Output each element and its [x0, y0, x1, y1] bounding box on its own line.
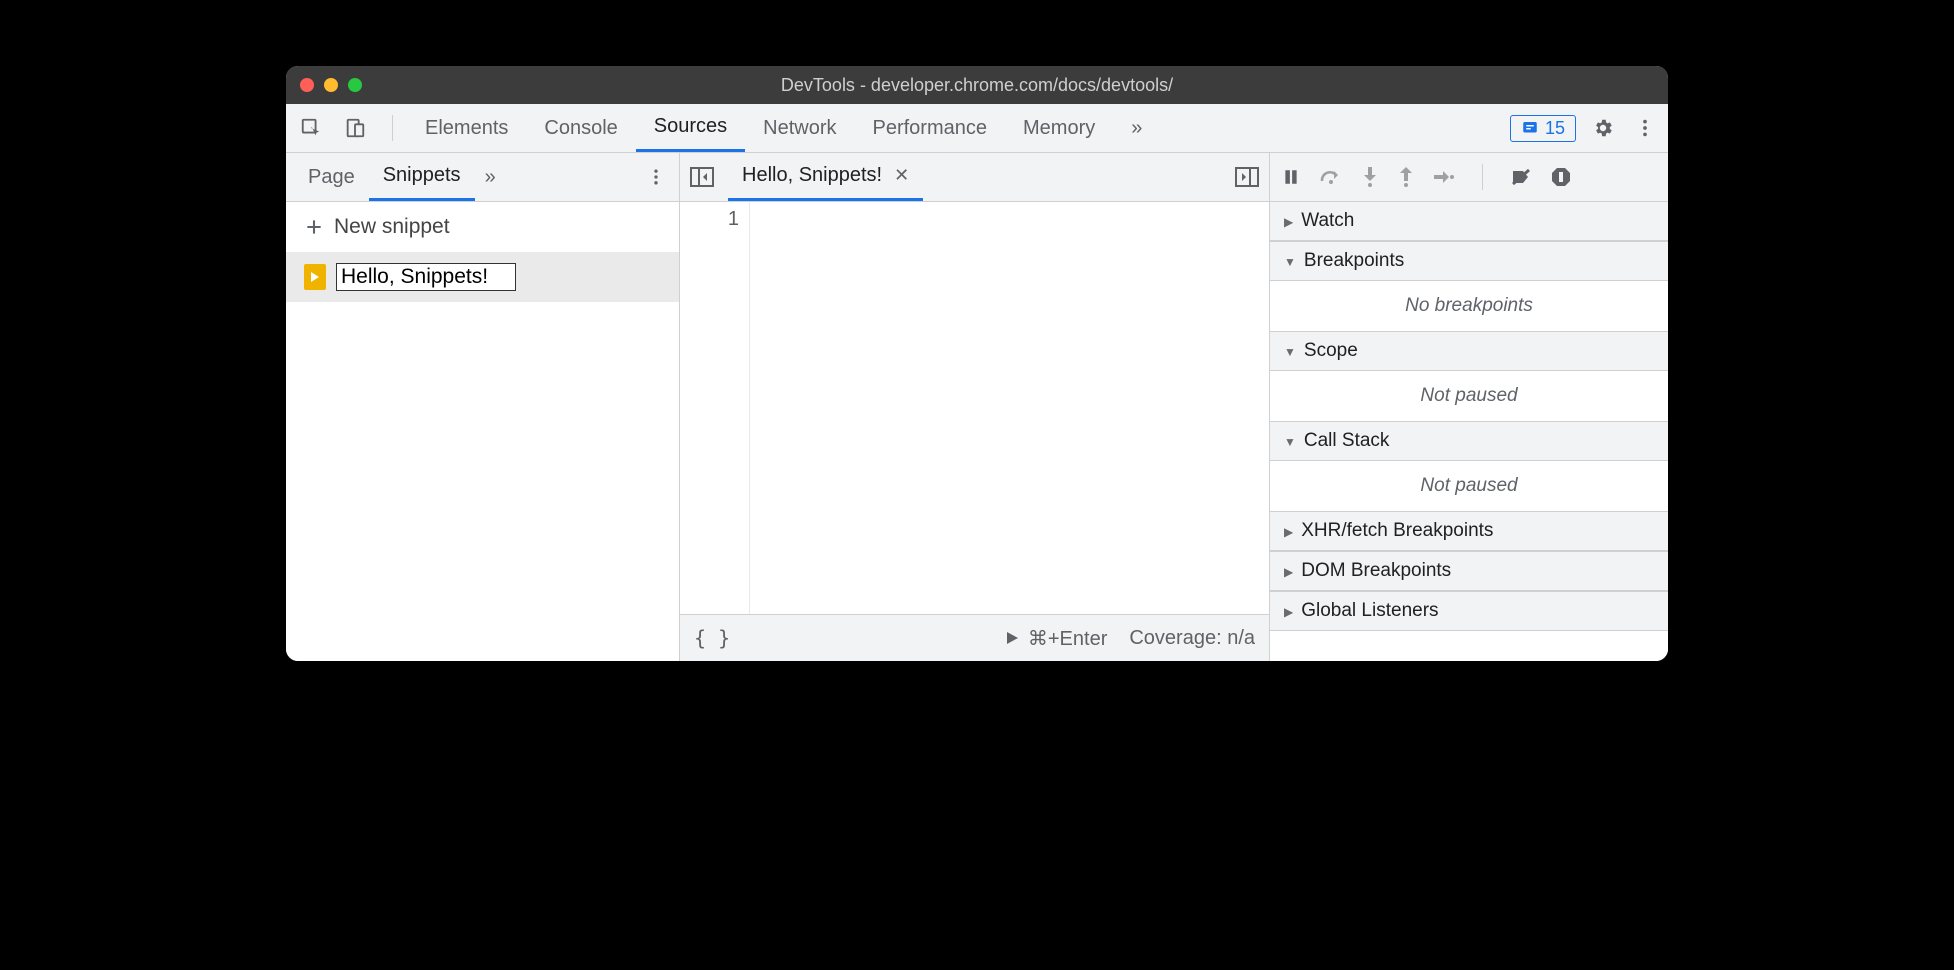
- pretty-print-icon[interactable]: { }: [694, 626, 730, 650]
- run-shortcut-label: ⌘+Enter: [1028, 626, 1107, 651]
- chevron-right-icon: [1284, 520, 1293, 542]
- tab-console[interactable]: Console: [526, 104, 635, 152]
- more-menu-icon[interactable]: [1630, 113, 1660, 143]
- new-snippet-button[interactable]: New snippet: [286, 202, 679, 252]
- snippet-item[interactable]: [286, 252, 679, 302]
- nav-more-menu-icon[interactable]: [641, 162, 671, 192]
- breakpoints-body: No breakpoints: [1270, 281, 1668, 331]
- nav-tab-page[interactable]: Page: [294, 153, 369, 201]
- navigator-panel: Page Snippets » New snippet: [286, 153, 680, 661]
- chevron-right-icon: [1284, 600, 1293, 622]
- line-gutter: 1: [680, 202, 750, 614]
- tab-elements[interactable]: Elements: [407, 104, 526, 152]
- new-snippet-label: New snippet: [334, 215, 450, 239]
- issues-count: 15: [1545, 118, 1565, 139]
- nav-tabs-overflow-icon[interactable]: »: [485, 166, 496, 189]
- chevron-right-icon: [1284, 210, 1293, 232]
- call-stack-body: Not paused: [1270, 461, 1668, 511]
- window-titlebar: DevTools - developer.chrome.com/docs/dev…: [286, 66, 1668, 104]
- editor-tab-label: Hello, Snippets!: [742, 164, 882, 187]
- tab-sources[interactable]: Sources: [636, 104, 745, 152]
- tabs-overflow-icon[interactable]: »: [1113, 104, 1160, 152]
- code-editor[interactable]: [750, 202, 1269, 614]
- debugger-toolbar: [1270, 153, 1668, 202]
- line-number: 1: [680, 208, 739, 231]
- chevron-down-icon: [1284, 250, 1296, 272]
- window-zoom-button[interactable]: [348, 78, 362, 92]
- coverage-label: Coverage: n/a: [1129, 627, 1255, 650]
- pause-icon[interactable]: [1282, 168, 1300, 186]
- section-xhr-breakpoints[interactable]: XHR/fetch Breakpoints: [1270, 511, 1668, 551]
- step-over-icon[interactable]: [1320, 168, 1342, 186]
- inspect-element-icon[interactable]: [296, 113, 326, 143]
- editor-panel: Hello, Snippets! ✕ 1 { } ⌘+Ente: [680, 153, 1270, 661]
- issues-badge[interactable]: 15: [1510, 115, 1576, 142]
- nav-tab-snippets[interactable]: Snippets: [369, 153, 475, 201]
- section-breakpoints[interactable]: Breakpoints: [1270, 241, 1668, 281]
- window-title: DevTools - developer.chrome.com/docs/dev…: [286, 75, 1668, 96]
- scope-body: Not paused: [1270, 371, 1668, 421]
- chevron-down-icon: [1284, 340, 1296, 362]
- show-navigator-icon[interactable]: [690, 167, 714, 187]
- chevron-right-icon: [1284, 560, 1293, 582]
- tab-network[interactable]: Network: [745, 104, 854, 152]
- snippet-name-input[interactable]: [336, 263, 516, 291]
- window-minimize-button[interactable]: [324, 78, 338, 92]
- main-tabs: Elements Console Sources Network Perform…: [407, 104, 1160, 152]
- step-out-icon[interactable]: [1398, 167, 1414, 187]
- step-into-icon[interactable]: [1362, 167, 1378, 187]
- debugger-panel: Watch Breakpoints No breakpoints Scope N…: [1270, 153, 1668, 661]
- chevron-down-icon: [1284, 430, 1296, 452]
- tab-memory[interactable]: Memory: [1005, 104, 1113, 152]
- devtools-toolbar: Elements Console Sources Network Perform…: [286, 104, 1668, 153]
- section-call-stack[interactable]: Call Stack: [1270, 421, 1668, 461]
- snippet-file-icon: [304, 264, 326, 290]
- step-icon[interactable]: [1434, 169, 1454, 185]
- close-tab-icon[interactable]: ✕: [894, 165, 909, 186]
- toolbar-divider: [392, 115, 393, 141]
- settings-icon[interactable]: [1588, 113, 1618, 143]
- section-global-listeners[interactable]: Global Listeners: [1270, 591, 1668, 631]
- window-close-button[interactable]: [300, 78, 314, 92]
- device-toggle-icon[interactable]: [340, 113, 370, 143]
- editor-tab[interactable]: Hello, Snippets! ✕: [728, 153, 923, 201]
- section-dom-breakpoints[interactable]: DOM Breakpoints: [1270, 551, 1668, 591]
- show-debugger-icon[interactable]: [1235, 167, 1259, 187]
- deactivate-breakpoints-icon[interactable]: [1511, 168, 1531, 186]
- section-watch[interactable]: Watch: [1270, 202, 1668, 241]
- run-snippet-button[interactable]: ⌘+Enter: [1004, 626, 1107, 651]
- tab-performance[interactable]: Performance: [855, 104, 1006, 152]
- toolbar-divider: [1482, 164, 1483, 190]
- section-scope[interactable]: Scope: [1270, 331, 1668, 371]
- pause-on-exceptions-icon[interactable]: [1551, 167, 1571, 187]
